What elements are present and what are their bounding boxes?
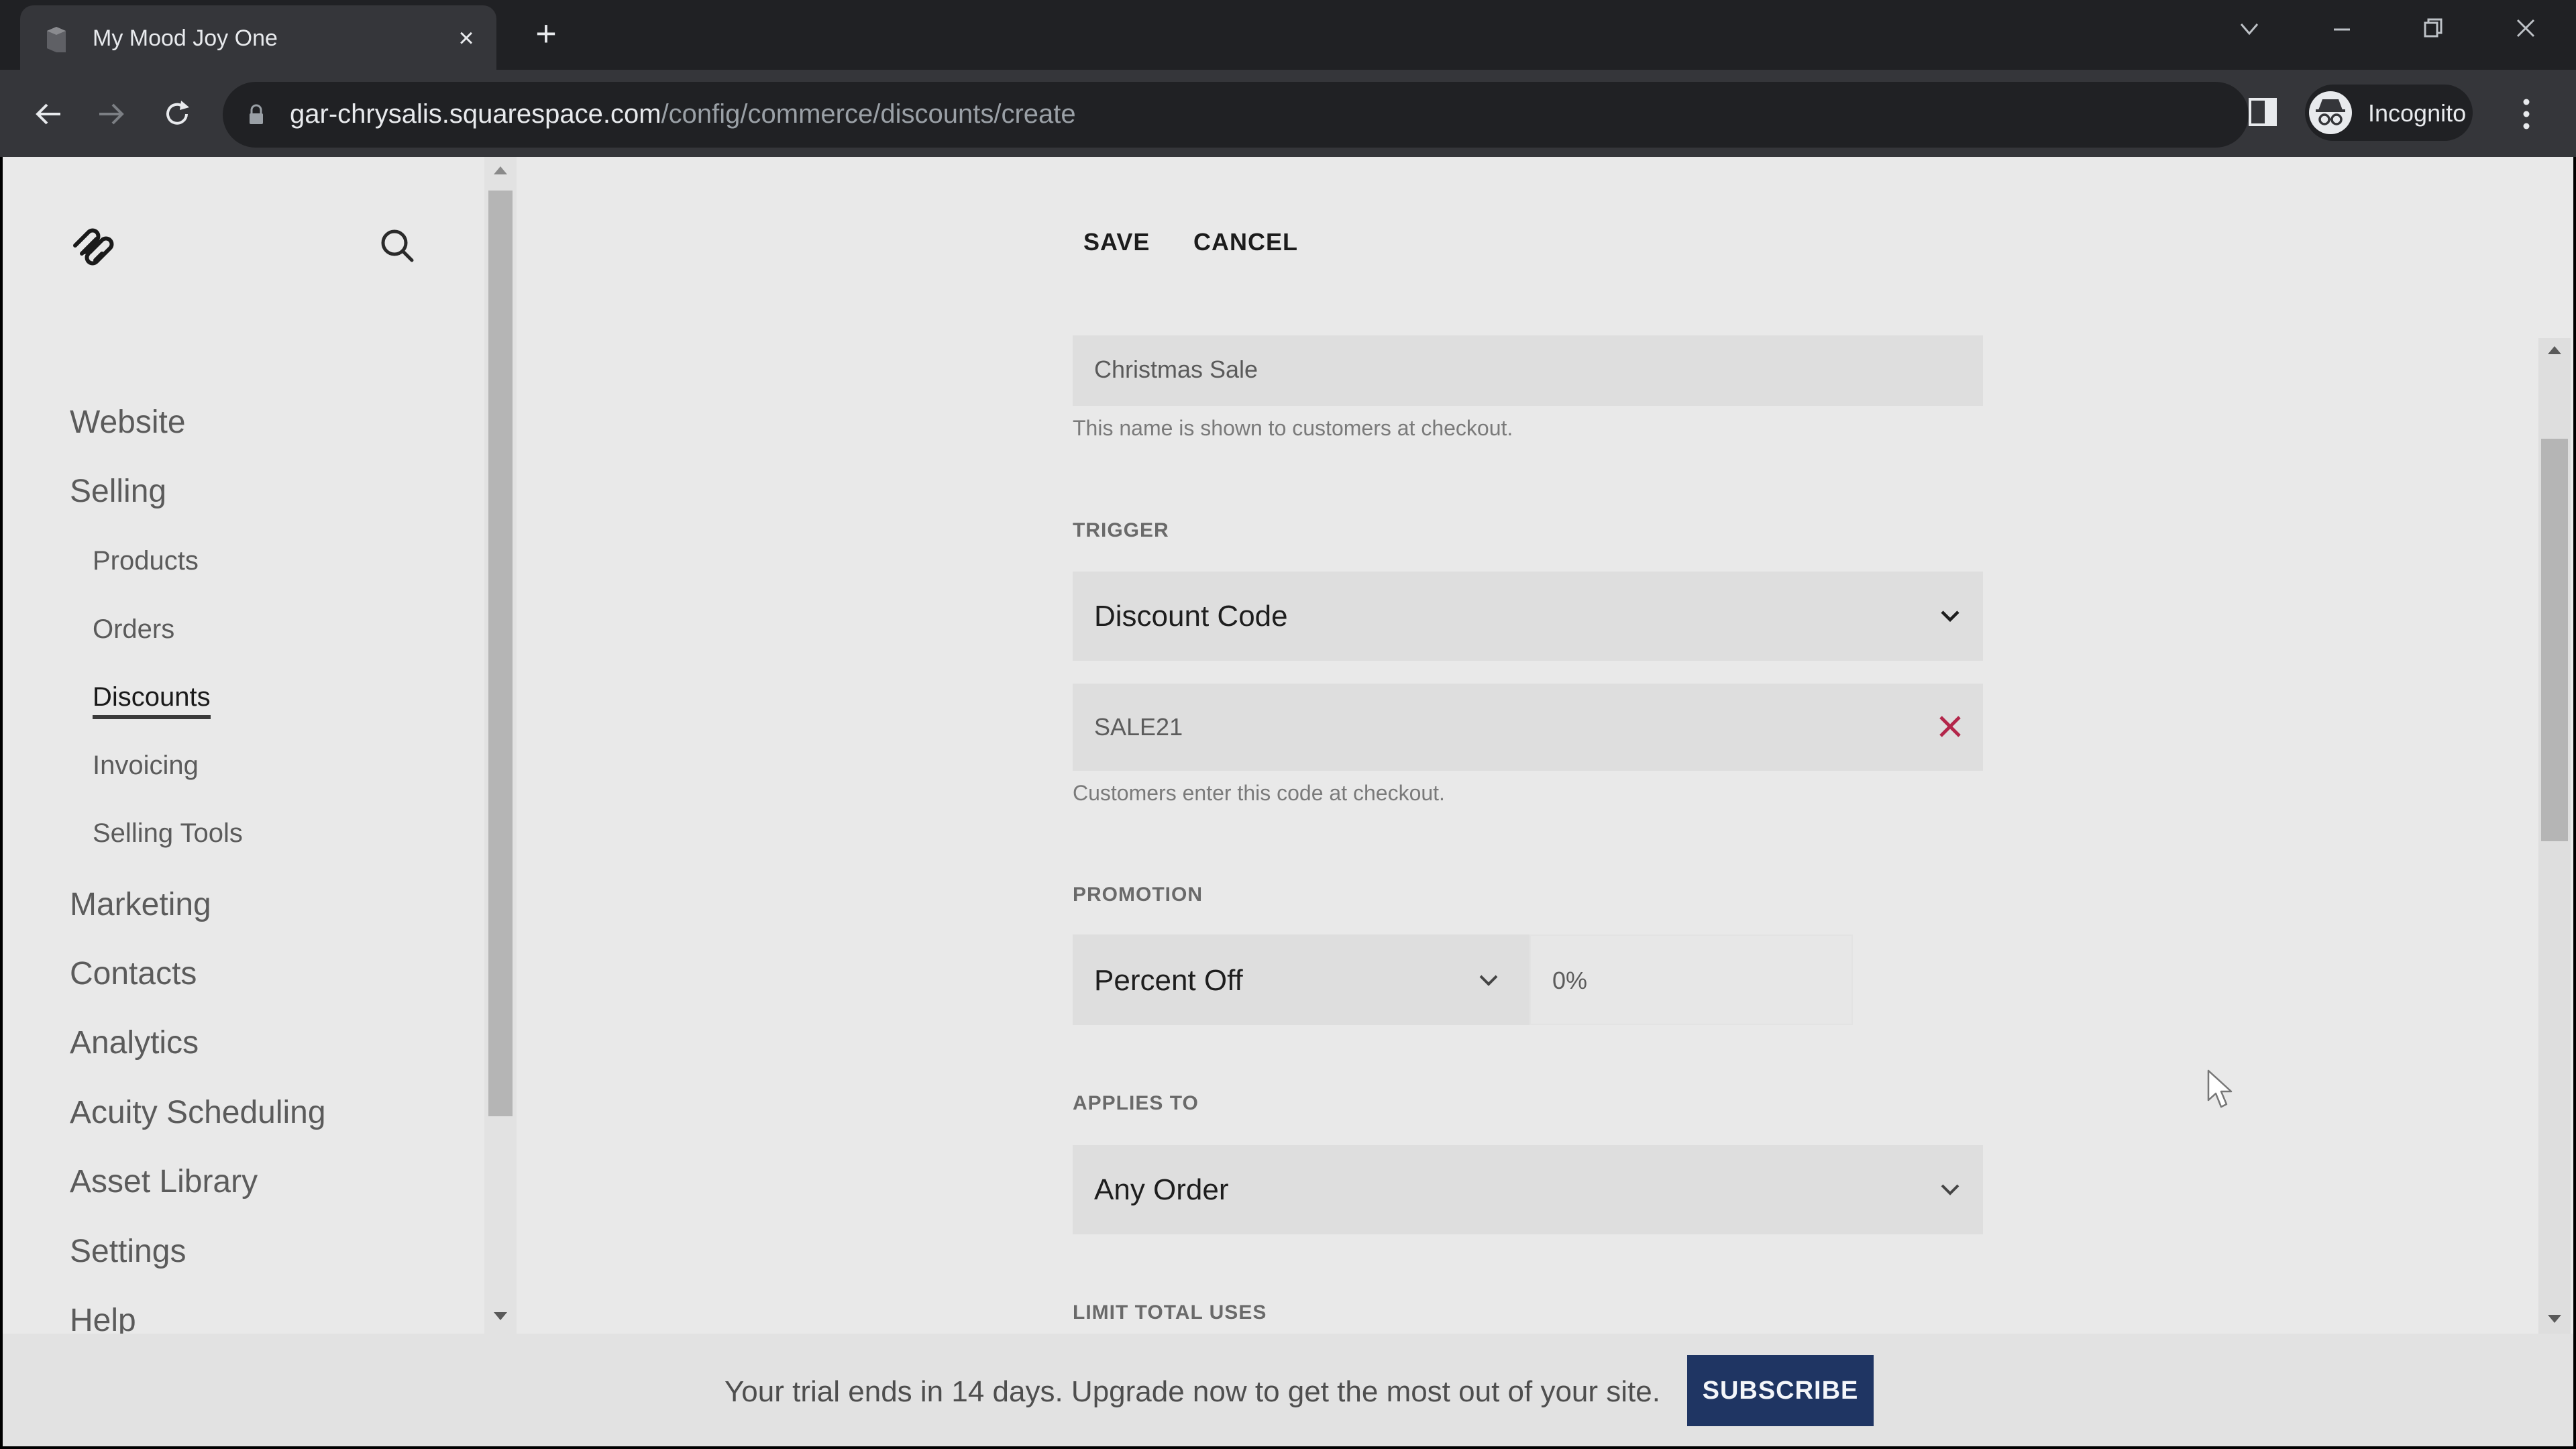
close-window-icon[interactable]: [2502, 12, 2549, 52]
promotion-amount-value: 0%: [1552, 967, 1588, 994]
url-path: /config/commerce/discounts/create: [661, 99, 1076, 129]
browser-tab[interactable]: My Mood Joy One ×: [20, 5, 496, 70]
sidebar-item-discounts[interactable]: Discounts: [93, 682, 211, 719]
sidebar-item-analytics[interactable]: Analytics: [70, 1024, 199, 1061]
promotion-type-select[interactable]: Percent Off: [1073, 934, 1529, 1025]
scroll-down-arrow-icon[interactable]: [494, 1312, 507, 1320]
promotion-type-value: Percent Off: [1094, 964, 1243, 997]
sidebar-scrollbar-thumb[interactable]: [488, 191, 513, 1116]
side-panel-icon[interactable]: [2247, 97, 2278, 127]
squarespace-favicon-icon: [47, 27, 66, 52]
minimize-icon[interactable]: [2318, 12, 2365, 52]
trial-banner: Your trial ends in 14 days. Upgrade now …: [3, 1334, 2573, 1446]
reload-button[interactable]: [157, 94, 197, 134]
trigger-label: TRIGGER: [1073, 519, 1169, 541]
squarespace-logo-icon[interactable]: [68, 221, 118, 271]
sidebar-item-settings[interactable]: Settings: [70, 1233, 186, 1270]
back-button[interactable]: [28, 94, 68, 134]
sidebar-item-acuity-scheduling[interactable]: Acuity Scheduling: [70, 1094, 326, 1131]
trigger-select[interactable]: Discount Code: [1073, 572, 1983, 661]
address-bar[interactable]: gar-chrysalis.squarespace.com/config/com…: [223, 82, 2422, 148]
tab-search-chevron-icon[interactable]: [2226, 12, 2273, 52]
applies-to-value: Any Order: [1094, 1173, 1229, 1206]
lock-icon: [250, 104, 263, 124]
browser-tab-bar: My Mood Joy One × +: [0, 0, 2576, 70]
tab-title: My Mood Joy One: [93, 25, 278, 51]
sidebar: Website Selling Products Orders Discount…: [3, 157, 484, 1338]
limit-total-uses-label: LIMIT TOTAL USES: [1073, 1301, 1267, 1324]
scroll-up-arrow-icon[interactable]: [2548, 346, 2561, 354]
sidebar-item-marketing[interactable]: Marketing: [70, 886, 211, 923]
sidebar-item-selling-tools[interactable]: Selling Tools: [93, 818, 243, 849]
browser-toolbar: gar-chrysalis.squarespace.com/config/com…: [0, 70, 2576, 157]
arrow-left-icon: [36, 103, 60, 125]
url-text[interactable]: gar-chrysalis.squarespace.com/config/com…: [290, 99, 1076, 129]
sidebar-item-contacts[interactable]: Contacts: [70, 955, 197, 992]
cancel-button[interactable]: CANCEL: [1193, 228, 1298, 256]
sidebar-item-products[interactable]: Products: [93, 546, 199, 576]
sidebar-item-website[interactable]: Website: [70, 404, 186, 441]
trial-banner-text: Your trial ends in 14 days. Upgrade now …: [724, 1375, 1660, 1408]
sidebar-item-selling[interactable]: Selling: [70, 473, 166, 510]
save-button[interactable]: SAVE: [1083, 228, 1150, 256]
discount-name-input[interactable]: Christmas Sale: [1073, 335, 1983, 406]
discount-code-helper: Customers enter this code at checkout.: [1073, 781, 1445, 805]
incognito-profile-button[interactable]: Incognito: [2305, 85, 2473, 141]
sidebar-item-asset-library[interactable]: Asset Library: [70, 1163, 258, 1200]
discount-editor: SAVE CANCEL Christmas Sale This name is …: [517, 157, 2538, 1334]
main-scrollbar-thumb[interactable]: [2541, 439, 2568, 841]
arrow-right-icon: [99, 103, 124, 125]
incognito-icon: [2309, 91, 2352, 134]
discount-name-value: Christmas Sale: [1094, 356, 1258, 383]
scroll-down-arrow-icon[interactable]: [2548, 1315, 2561, 1323]
main-scrollbar[interactable]: [2538, 338, 2571, 1334]
kebab-menu-icon[interactable]: [2513, 94, 2540, 134]
mouse-cursor-icon: [2207, 1069, 2233, 1108]
discount-code-input[interactable]: SALE21: [1073, 684, 1983, 771]
sidebar-item-invoicing[interactable]: Invoicing: [93, 751, 199, 781]
subscribe-button[interactable]: SUBSCRIBE: [1687, 1355, 1874, 1426]
promotion-amount-input[interactable]: 0%: [1529, 934, 1853, 1025]
reload-icon: [166, 101, 189, 125]
promotion-label: PROMOTION: [1073, 883, 1203, 906]
chevron-down-icon: [1479, 975, 1498, 986]
clear-code-icon[interactable]: [1937, 713, 1964, 740]
applies-to-label: APPLIES TO: [1073, 1092, 1199, 1114]
forward-button[interactable]: [91, 94, 131, 134]
incognito-label: Incognito: [2368, 99, 2467, 127]
search-icon[interactable]: [377, 225, 417, 266]
chevron-down-icon: [1941, 610, 1960, 623]
restore-icon[interactable]: [2410, 12, 2457, 52]
sidebar-scrollbar[interactable]: [484, 157, 517, 1334]
page-viewport: Website Selling Products Orders Discount…: [3, 157, 2573, 1446]
scroll-up-arrow-icon[interactable]: [494, 166, 507, 174]
applies-to-select[interactable]: Any Order: [1073, 1145, 1983, 1234]
url-host: gar-chrysalis.squarespace.com: [290, 99, 661, 129]
sidebar-item-orders[interactable]: Orders: [93, 614, 174, 645]
trigger-selected-value: Discount Code: [1094, 600, 1288, 633]
discount-code-value: SALE21: [1094, 713, 1183, 741]
chevron-down-icon: [1941, 1184, 1960, 1195]
new-tab-button[interactable]: +: [527, 15, 565, 54]
discount-name-helper: This name is shown to customers at check…: [1073, 416, 1513, 440]
tab-close-icon[interactable]: ×: [449, 21, 483, 55]
